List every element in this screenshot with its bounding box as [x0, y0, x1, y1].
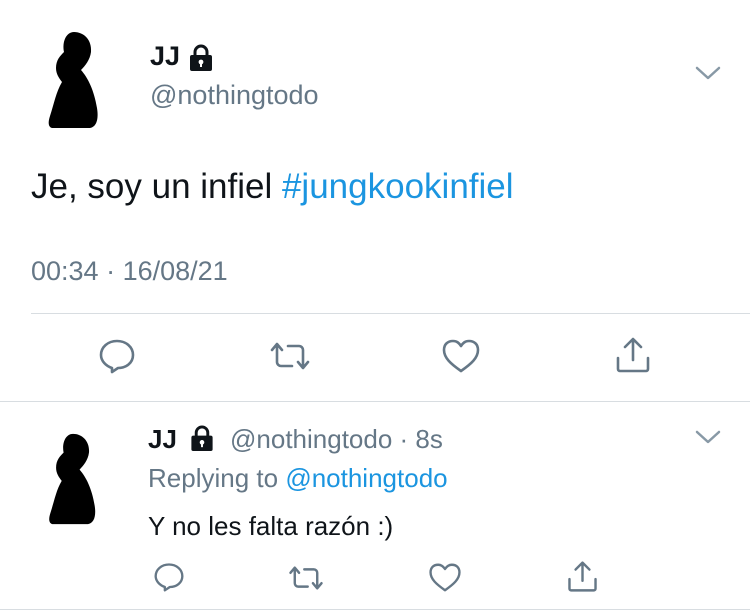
like-button[interactable] — [441, 338, 481, 374]
divider — [31, 313, 750, 314]
share-icon — [568, 561, 597, 592]
share-button[interactable] — [614, 336, 652, 374]
main-tweet-text: Je, soy un infiel #jungkookinfiel — [31, 166, 514, 208]
divider — [0, 609, 750, 610]
reply-handle-line[interactable]: @nothingtodo · 8s — [230, 424, 443, 454]
divider — [0, 401, 750, 402]
dot-separator: · — [392, 424, 416, 454]
hashtag-link[interactable]: #jungkookinfiel — [282, 167, 514, 206]
chevron-down-icon[interactable] — [694, 427, 722, 447]
user-silhouette-icon — [49, 433, 96, 525]
retweet-button[interactable] — [268, 340, 312, 372]
reply-button[interactable] — [98, 338, 136, 374]
like-button[interactable] — [428, 562, 462, 593]
mention-link[interactable]: @nothingtodo — [285, 463, 447, 493]
tweet-date: 16/08/21 — [122, 256, 228, 286]
tweet-body: Je, soy un infiel — [31, 167, 282, 206]
main-handle[interactable]: @nothingtodo — [150, 79, 319, 111]
timestamp[interactable]: 00:34 · 16/08/21 — [31, 255, 228, 287]
reply-avatar[interactable] — [44, 432, 102, 526]
main-avatar[interactable] — [44, 30, 104, 130]
replying-prefix: Replying to — [148, 463, 286, 493]
reply-age: 8s — [415, 424, 443, 454]
chevron-down-icon[interactable] — [694, 63, 722, 83]
lock-icon — [189, 425, 215, 452]
reply-button[interactable] — [153, 562, 185, 592]
tweet-time: 00:34 — [31, 256, 99, 286]
user-silhouette-icon — [48, 32, 98, 128]
retweet-button[interactable] — [287, 564, 325, 592]
reply-tweet-text: Y no les falta razón :) — [148, 511, 394, 541]
share-button[interactable] — [566, 560, 599, 593]
retweet-icon — [270, 342, 310, 370]
reply-icon — [99, 339, 135, 374]
heart-icon — [429, 563, 461, 592]
lock-icon — [188, 44, 214, 72]
time-separator: · — [98, 256, 123, 286]
replying-to-line: Replying to @nothingtodo — [148, 463, 448, 493]
share-icon — [616, 337, 650, 373]
heart-icon — [442, 339, 480, 373]
main-display-name[interactable]: JJ — [150, 40, 180, 72]
reply-display-name[interactable]: JJ — [148, 424, 177, 454]
reply-icon — [154, 563, 184, 592]
retweet-icon — [289, 566, 323, 590]
reply-handle: @nothingtodo — [230, 424, 393, 454]
